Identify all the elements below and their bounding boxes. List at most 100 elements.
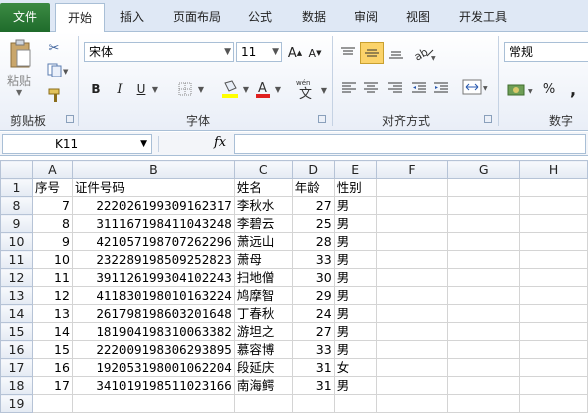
cell[interactable]: 33 bbox=[291, 340, 335, 359]
row-header[interactable]: 13 bbox=[0, 286, 33, 305]
increase-indent-button[interactable] bbox=[432, 78, 450, 98]
cell[interactable]: 341019198511023166 bbox=[71, 376, 235, 395]
row-header[interactable]: 1 bbox=[0, 178, 33, 197]
cell[interactable]: 10 bbox=[31, 250, 73, 269]
cell[interactable]: 13 bbox=[31, 304, 73, 323]
cell[interactable] bbox=[519, 232, 588, 251]
cell[interactable]: 421057198707262296 bbox=[71, 232, 235, 251]
cell[interactable]: 萧远山 bbox=[233, 232, 293, 251]
merge-center-button[interactable]: ▼ bbox=[462, 76, 490, 98]
cell[interactable] bbox=[375, 232, 449, 251]
cell[interactable]: 222026199309162317 bbox=[71, 196, 235, 215]
fill-color-button[interactable] bbox=[220, 78, 240, 100]
percent-style-button[interactable]: % bbox=[540, 80, 558, 98]
cell[interactable]: 证件号码 bbox=[71, 178, 235, 197]
cell[interactable]: 女 bbox=[333, 358, 377, 377]
cell[interactable] bbox=[291, 394, 335, 413]
italic-button[interactable]: I bbox=[112, 80, 128, 98]
column-header-b[interactable]: B bbox=[71, 160, 235, 179]
copy-button[interactable]: ▼ bbox=[46, 62, 70, 78]
cell[interactable]: 30 bbox=[291, 268, 335, 287]
cell[interactable]: 男 bbox=[333, 376, 377, 395]
align-left-button[interactable] bbox=[340, 78, 358, 98]
cell[interactable]: 丁春秋 bbox=[233, 304, 293, 323]
cell[interactable]: 222009198306293895 bbox=[71, 340, 235, 359]
cell[interactable]: 李秋水 bbox=[233, 196, 293, 215]
cell[interactable] bbox=[375, 268, 449, 287]
decrease-indent-button[interactable] bbox=[410, 78, 428, 98]
row-header[interactable]: 14 bbox=[0, 304, 33, 323]
phonetic-button[interactable]: wén 文 bbox=[294, 76, 320, 102]
cell[interactable]: 男 bbox=[333, 286, 377, 305]
cell[interactable]: 31 bbox=[291, 376, 335, 395]
cell[interactable] bbox=[375, 358, 449, 377]
font-launcher-icon[interactable] bbox=[318, 115, 326, 123]
cell[interactable] bbox=[519, 322, 588, 341]
cell[interactable] bbox=[519, 268, 588, 287]
cell[interactable] bbox=[233, 394, 293, 413]
cell[interactable]: 11 bbox=[31, 268, 73, 287]
tab-file[interactable]: 文件 bbox=[0, 3, 50, 32]
cell[interactable] bbox=[375, 340, 449, 359]
grow-font-icon[interactable]: A ▲ bbox=[286, 44, 304, 62]
tab-formulas[interactable]: 公式 bbox=[238, 3, 282, 32]
cell[interactable]: 311167198411043248 bbox=[71, 214, 235, 233]
fill-color-dropdown-icon[interactable]: ▼ bbox=[241, 80, 251, 98]
clipboard-launcher-icon[interactable] bbox=[66, 115, 74, 123]
cell[interactable]: 27 bbox=[291, 322, 335, 341]
cell[interactable]: 年龄 bbox=[291, 178, 335, 197]
cell[interactable]: 29 bbox=[291, 286, 335, 305]
bold-button[interactable]: B bbox=[88, 80, 104, 98]
tab-insert[interactable]: 插入 bbox=[110, 3, 154, 32]
align-right-button[interactable] bbox=[386, 78, 404, 98]
cell[interactable] bbox=[519, 394, 588, 413]
cell[interactable]: 男 bbox=[333, 232, 377, 251]
tab-review[interactable]: 审阅 bbox=[344, 3, 388, 32]
column-header-h[interactable]: H bbox=[519, 160, 588, 179]
cell[interactable]: 慕容博 bbox=[233, 340, 293, 359]
cell[interactable] bbox=[519, 178, 588, 197]
cell[interactable] bbox=[519, 358, 588, 377]
row-header[interactable]: 10 bbox=[0, 232, 33, 251]
cell[interactable]: 27 bbox=[291, 196, 335, 215]
comma-style-button[interactable]: , bbox=[566, 80, 580, 99]
font-color-button[interactable]: A bbox=[254, 78, 272, 100]
cell[interactable] bbox=[519, 286, 588, 305]
column-header-a[interactable]: A bbox=[31, 160, 73, 179]
cell[interactable]: 25 bbox=[291, 214, 335, 233]
align-bottom-button[interactable] bbox=[386, 42, 406, 64]
cell[interactable] bbox=[375, 178, 449, 197]
cell[interactable]: 28 bbox=[291, 232, 335, 251]
paste-button[interactable] bbox=[6, 36, 34, 72]
font-color-dropdown-icon[interactable]: ▼ bbox=[273, 80, 283, 98]
cell[interactable]: 男 bbox=[333, 322, 377, 341]
cell[interactable] bbox=[447, 232, 521, 251]
cell[interactable]: 男 bbox=[333, 196, 377, 215]
cut-icon[interactable]: ✂ bbox=[46, 40, 62, 56]
cell[interactable] bbox=[375, 196, 449, 215]
cell[interactable] bbox=[333, 394, 377, 413]
cell[interactable]: 姓名 bbox=[233, 178, 293, 197]
row-header[interactable]: 17 bbox=[0, 358, 33, 377]
tab-page-layout[interactable]: 页面布局 bbox=[162, 3, 232, 32]
cell[interactable] bbox=[375, 286, 449, 305]
cell[interactable] bbox=[519, 340, 588, 359]
cell[interactable]: 段延庆 bbox=[233, 358, 293, 377]
cell[interactable]: 14 bbox=[31, 322, 73, 341]
cell[interactable] bbox=[375, 304, 449, 323]
row-header[interactable]: 9 bbox=[0, 214, 33, 233]
cell[interactable]: 411830198010163224 bbox=[71, 286, 235, 305]
cell[interactable] bbox=[447, 394, 521, 413]
cell[interactable]: 性别 bbox=[333, 178, 377, 197]
cell[interactable] bbox=[375, 214, 449, 233]
row-header[interactable]: 8 bbox=[0, 196, 33, 215]
cell[interactable]: 15 bbox=[31, 340, 73, 359]
cell[interactable]: 游坦之 bbox=[233, 322, 293, 341]
cell[interactable] bbox=[519, 214, 588, 233]
accounting-format-button[interactable]: ▼ bbox=[506, 78, 536, 100]
borders-dropdown-icon[interactable]: ▼ bbox=[196, 80, 206, 98]
cell[interactable]: 男 bbox=[333, 340, 377, 359]
cell[interactable] bbox=[519, 376, 588, 395]
column-header-c[interactable]: C bbox=[233, 160, 293, 179]
row-header[interactable]: 12 bbox=[0, 268, 33, 287]
